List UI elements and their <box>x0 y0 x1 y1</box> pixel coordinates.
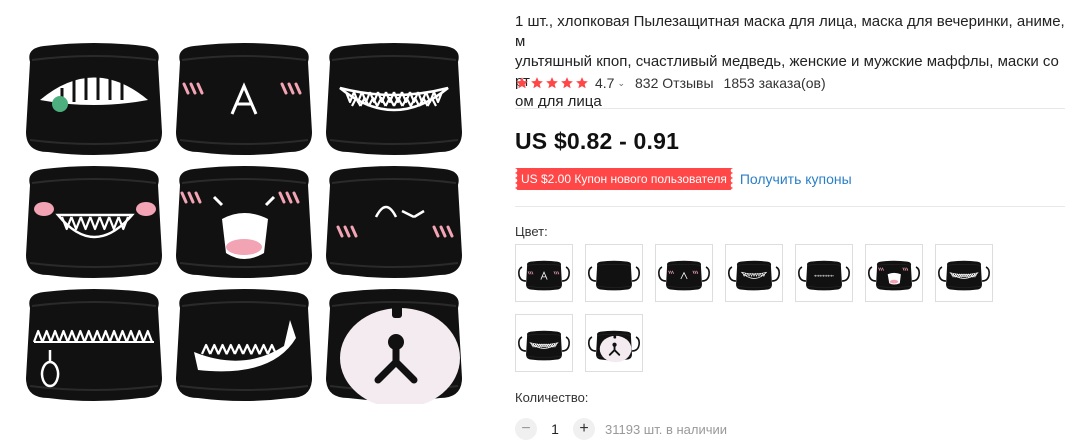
color-swatch-blush-a-wide[interactable] <box>655 244 713 302</box>
product-title-line: ом для лица <box>515 93 602 110</box>
mask-image-teeth-grin <box>322 40 466 158</box>
color-swatch-teeth-sharp[interactable] <box>585 244 643 302</box>
divider <box>515 108 1065 109</box>
stock-count: 31193 шт. в наличии <box>605 421 728 437</box>
mask-image-blush-squint <box>322 163 466 281</box>
quantity-input[interactable]: 1 <box>537 421 573 437</box>
color-swatch-bear-face[interactable] <box>585 314 643 372</box>
color-swatch-blush-a[interactable] <box>515 244 573 302</box>
quantity-decrease-button[interactable]: − <box>515 418 537 440</box>
mask-image-blush-fang <box>172 163 316 281</box>
color-swatch-teeth-smile[interactable] <box>935 244 993 302</box>
star-icon <box>531 77 543 89</box>
color-swatch-teeth-photo[interactable] <box>725 244 783 302</box>
rating-row: 4.7 ⌄ 832 Отзывы 1853 заказа(ов) <box>515 75 826 91</box>
rating-score[interactable]: 4.7 <box>595 75 614 91</box>
coupon-badge: US $2.00 Купон нового пользователя <box>515 168 733 190</box>
product-price: US $0.82 - 0.91 <box>515 128 680 154</box>
color-swatch-fang-photo[interactable] <box>865 244 923 302</box>
star-icon <box>546 77 558 89</box>
coupon-row: US $2.00 Купон нового пользователя Получ… <box>515 168 852 190</box>
star-icon <box>516 77 528 89</box>
quantity-label: Количество: <box>515 390 589 405</box>
star-icon <box>561 77 573 89</box>
divider <box>515 206 1065 207</box>
rating-stars <box>515 76 589 90</box>
quantity-increase-button[interactable]: + <box>573 418 595 440</box>
color-label: Цвет: <box>515 224 548 239</box>
reviews-count-link[interactable]: 832 Отзывы <box>635 75 714 91</box>
product-title-line: 1 шт., хлопковая Пылезащитная маска для … <box>515 13 1065 50</box>
mask-image-teeth-green-eye <box>22 40 166 158</box>
color-swatch-teeth-grin[interactable] <box>515 314 573 372</box>
mask-image-fang-wave <box>172 286 316 404</box>
color-swatch-list <box>515 244 1015 372</box>
product-title: 1 шт., хлопковая Пылезащитная маска для … <box>515 12 1065 112</box>
get-coupons-link[interactable]: Получить купоны <box>740 171 852 187</box>
mask-image-blush-a <box>172 40 316 158</box>
mask-image-bear-face <box>322 286 466 404</box>
star-icon <box>576 77 588 89</box>
color-swatch-stitch-mouth[interactable] <box>795 244 853 302</box>
chevron-down-icon[interactable]: ⌄ <box>617 78 625 89</box>
quantity-stepper: − 1 + 31193 шт. в наличии <box>515 418 727 440</box>
mask-image-zipper-teeth <box>22 286 166 404</box>
product-image-gallery[interactable] <box>22 40 478 410</box>
orders-count: 1853 заказа(ов) <box>723 75 826 91</box>
mask-image-pink-dot-grin <box>22 163 166 281</box>
